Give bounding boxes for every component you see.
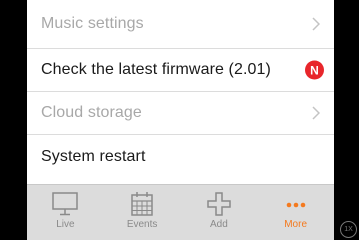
more-menu-list: Music settings Check the latest firmware… [27,0,334,178]
tab-add[interactable]: Add [181,185,258,240]
tab-label: Events [126,219,158,230]
app-screen: Music settings Check the latest firmware… [27,0,334,240]
more-dots-icon [286,202,305,208]
zoom-indicator-badge[interactable]: 1X [340,221,357,238]
chevron-right-icon [312,106,320,120]
tab-events[interactable]: Events [104,185,181,240]
menu-item-label: System restart [41,147,146,165]
menu-item-cloud-storage[interactable]: Cloud storage [27,92,334,135]
menu-item-system-restart[interactable]: System restart [27,135,334,178]
tab-live[interactable]: Live [27,185,104,240]
bottom-tab-bar: Live Events Add More [27,184,334,240]
tab-more[interactable]: More [257,185,334,240]
monitor-icon [52,192,79,216]
menu-item-music-settings[interactable]: Music settings [27,0,334,49]
tab-label: Add [209,219,228,230]
menu-item-label: Music settings [41,15,144,32]
menu-item-label: Check the latest firmware (2.01) [41,61,271,78]
chevron-right-icon [312,17,320,31]
plus-icon [207,192,231,216]
menu-item-label: Cloud storage [41,104,142,121]
tab-label: Live [56,219,75,230]
tab-label: More [284,219,308,230]
menu-item-check-firmware[interactable]: Check the latest firmware (2.01) N [27,49,334,92]
new-badge: N [305,60,324,80]
calendar-icon [131,192,153,216]
